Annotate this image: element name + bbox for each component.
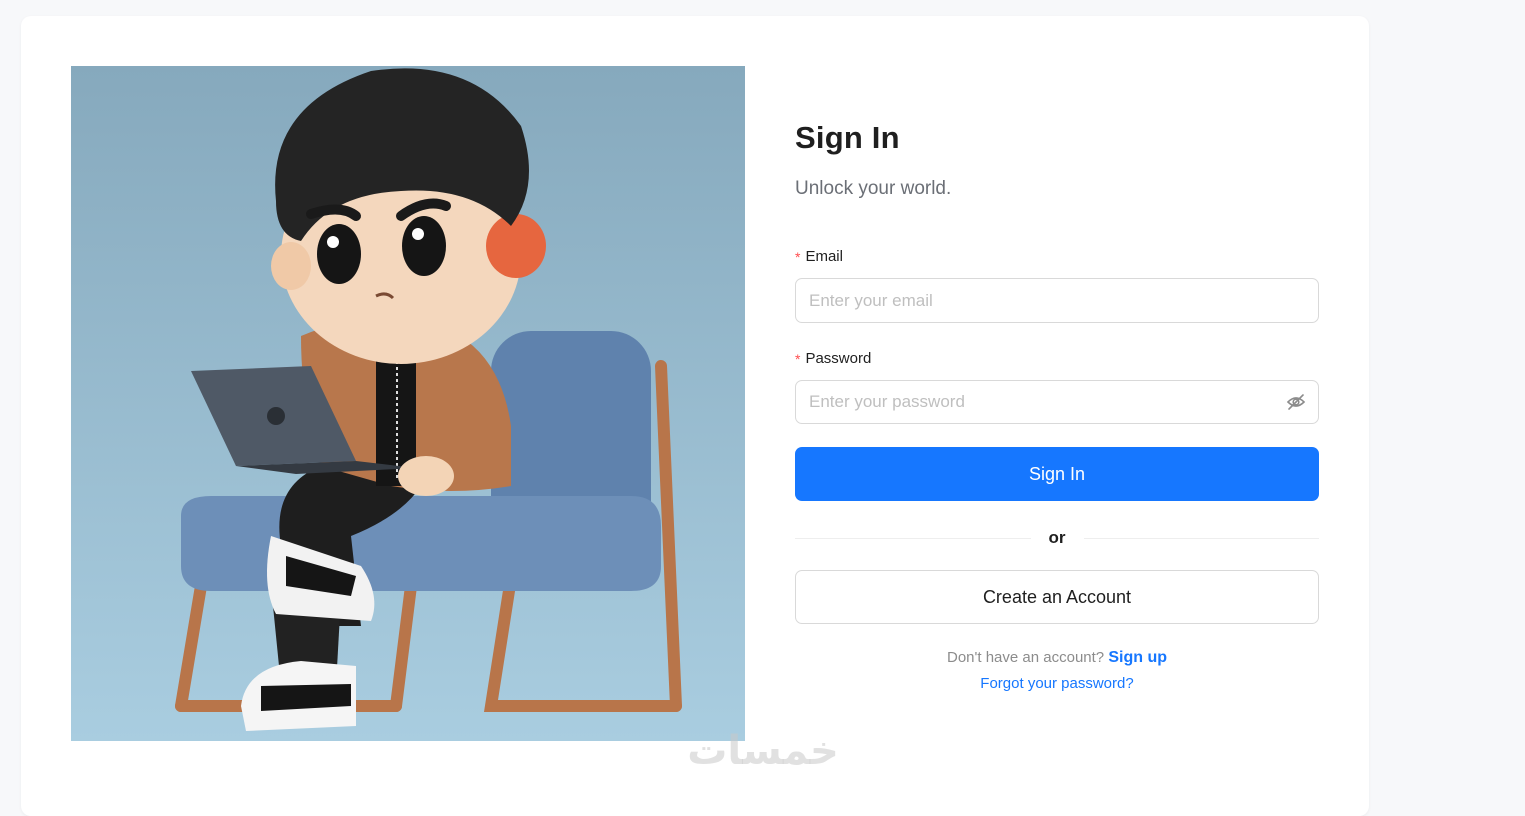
illustration-image: [71, 66, 745, 741]
email-label: * Email: [795, 248, 843, 265]
no-account-text: Don't have an account?: [947, 649, 1105, 666]
divider-line: [795, 537, 1031, 539]
password-field[interactable]: [795, 380, 1319, 424]
watermark-text: خمسات: [687, 728, 839, 774]
create-account-button[interactable]: Create an Account: [795, 570, 1319, 624]
divider-text: or: [1048, 528, 1066, 547]
email-label-text: Email: [805, 248, 843, 265]
password-input[interactable]: [796, 392, 1318, 412]
forgot-password-link[interactable]: Forgot your password?: [980, 675, 1133, 692]
required-mark: *: [795, 350, 801, 367]
page-title: Sign In: [795, 120, 900, 155]
forgot-password-row: Forgot your password?: [795, 675, 1319, 692]
required-mark: *: [795, 248, 801, 265]
password-label: * Password: [795, 350, 871, 367]
divider-line: [1083, 537, 1319, 539]
password-label-text: Password: [805, 350, 872, 367]
eye-slash-icon[interactable]: [1286, 392, 1306, 412]
sign-in-button[interactable]: Sign In: [795, 447, 1319, 501]
sign-up-link[interactable]: Sign up: [1108, 649, 1167, 666]
email-input[interactable]: [796, 290, 1318, 311]
email-field[interactable]: [795, 278, 1319, 323]
or-divider: or: [795, 528, 1319, 548]
signup-prompt: Don't have an account? Sign up: [795, 649, 1319, 667]
signin-form: Sign In Unlock your world. * Email * Pas…: [795, 120, 1319, 692]
page-subtitle: Unlock your world.: [795, 178, 952, 199]
